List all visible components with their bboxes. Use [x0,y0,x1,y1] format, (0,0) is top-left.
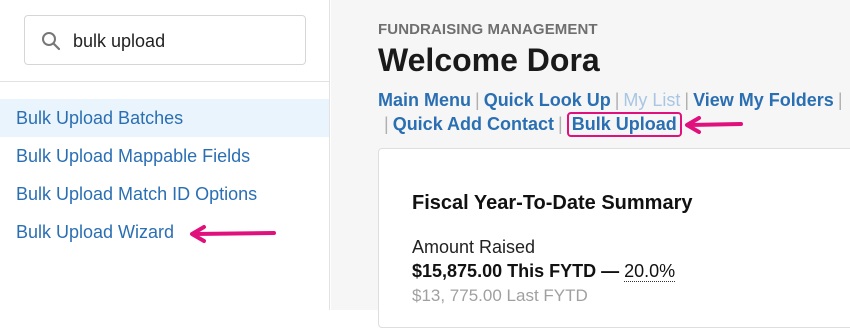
nav-separator: | [614,90,620,110]
sidebar: Bulk Upload Batches Bulk Upload Mappable… [0,0,330,310]
sidebar-divider [0,81,330,82]
sidebar-item-bulk-upload-wizard[interactable]: Bulk Upload Wizard [0,213,329,251]
sidebar-item-bulk-upload-mappable-fields[interactable]: Bulk Upload Mappable Fields [0,137,329,175]
page-title: Welcome Dora [378,42,600,78]
nav-separator: | [384,114,389,134]
card-title: Fiscal Year-To-Date Summary [412,192,693,214]
nav-link-my-list: My List [623,90,681,110]
nav-separator: | [837,90,843,110]
main-content: FUNDRAISING MANAGEMENT Welcome Dora Main… [331,0,850,328]
quick-nav-row-1: Main Menu | Quick Look Up | My List | View My … [378,90,847,111]
nav-link-view-my-folders[interactable]: View My Folders [693,90,834,110]
fytd-summary-card: Fiscal Year-To-Date Summary Amount Raise… [378,148,850,328]
nav-link-main-menu[interactable]: Main Menu [378,90,471,110]
annotation-arrow-icon [685,116,743,134]
nav-separator: | [558,114,563,134]
percent-change[interactable]: 20.0% [624,261,676,282]
search-box[interactable] [24,15,306,65]
current-fytd-amount: $15,875.00 This FYTD — 20.0% [412,261,676,282]
sidebar-item-bulk-upload-batches[interactable]: Bulk Upload Batches [0,99,329,137]
current-fytd-value: $15,875.00 This FYTD [412,261,597,281]
sidebar-item-bulk-upload-match-id-options[interactable]: Bulk Upload Match ID Options [0,175,329,213]
quick-nav-row-2: | Quick Add Contact | Bulk Upload [384,112,682,137]
nav-link-quick-add-contact[interactable]: Quick Add Contact [393,114,554,134]
nav-separator: | [475,90,480,110]
nav-link-bulk-upload[interactable]: Bulk Upload [566,112,682,137]
last-fytd-amount: $13, 775.00 Last FYTD [412,286,588,305]
search-icon [42,32,61,51]
nav-separator: | [684,90,690,110]
nav-link-quick-look-up[interactable]: Quick Look Up [484,90,611,110]
amount-raised-label: Amount Raised [412,237,536,257]
dash: — [601,261,620,281]
annotation-arrow-icon [190,225,276,243]
search-input[interactable] [73,28,293,54]
section-label: FUNDRAISING MANAGEMENT [378,21,598,38]
